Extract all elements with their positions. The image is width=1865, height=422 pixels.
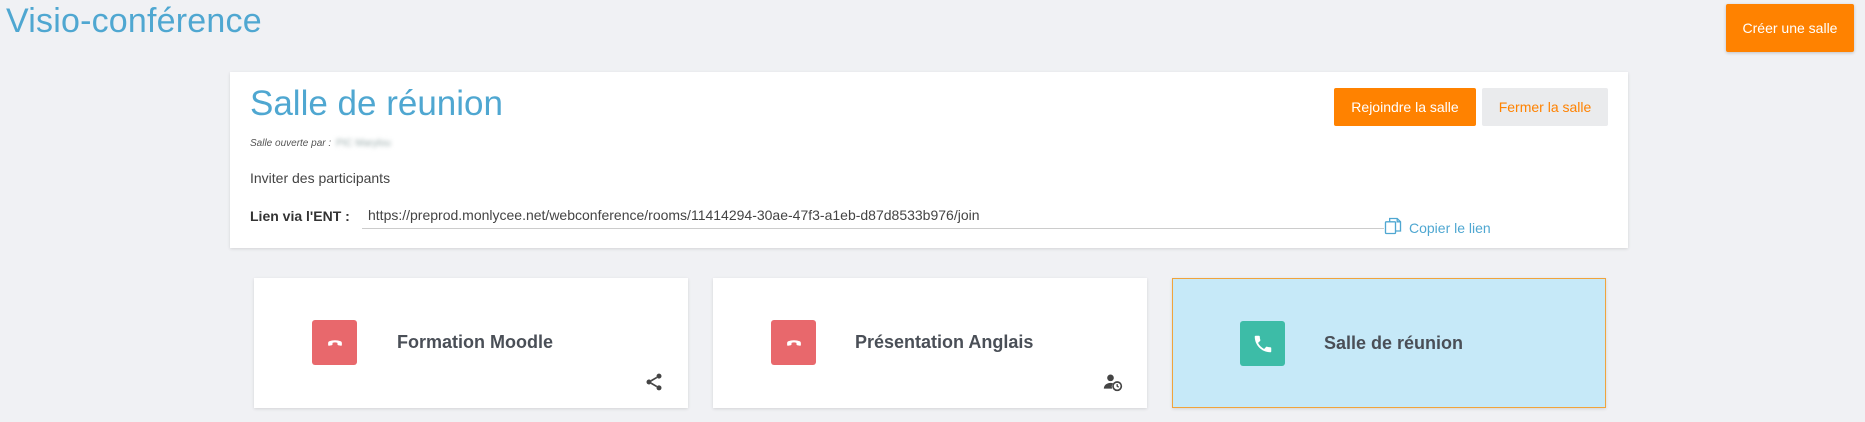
opened-by-label: Salle ouverte par : [250,138,332,149]
create-room-button[interactable]: Créer une salle [1726,4,1854,52]
room-card[interactable]: Présentation Anglais [713,278,1147,408]
room-owner-name: PIC Marylou [335,138,391,149]
room-title: Salle de réunion [250,84,503,123]
copy-icon [1383,216,1403,239]
room-card-name: Salle de réunion [1324,333,1464,353]
ent-link-field[interactable] [362,202,1384,229]
ent-link-label: Lien via l'ENT : [250,208,350,224]
copy-link-button[interactable]: Copier le lien [1383,216,1491,239]
hangup-phone-icon [312,320,357,365]
current-room-panel: Salle de réunion Salle ouverte par : PIC… [230,72,1628,248]
close-room-button[interactable]: Fermer la salle [1482,88,1608,126]
room-card-active[interactable]: Salle de réunion [1172,278,1606,408]
share-icon[interactable] [644,372,664,392]
room-card-name: Présentation Anglais [855,332,1034,352]
invite-participants-label: Inviter des participants [250,170,391,186]
copy-link-label: Copier le lien [1409,219,1491,236]
room-card[interactable]: Formation Moodle [254,278,688,408]
join-room-button[interactable]: Rejoindre la salle [1334,88,1476,126]
page-title: Visio-conférence [6,2,262,40]
room-owner-line: Salle ouverte par : PIC Marylou [250,138,391,149]
user-clock-icon[interactable] [1103,372,1123,392]
hangup-phone-icon [771,320,816,365]
phone-icon [1240,321,1285,366]
room-card-name: Formation Moodle [397,332,553,352]
